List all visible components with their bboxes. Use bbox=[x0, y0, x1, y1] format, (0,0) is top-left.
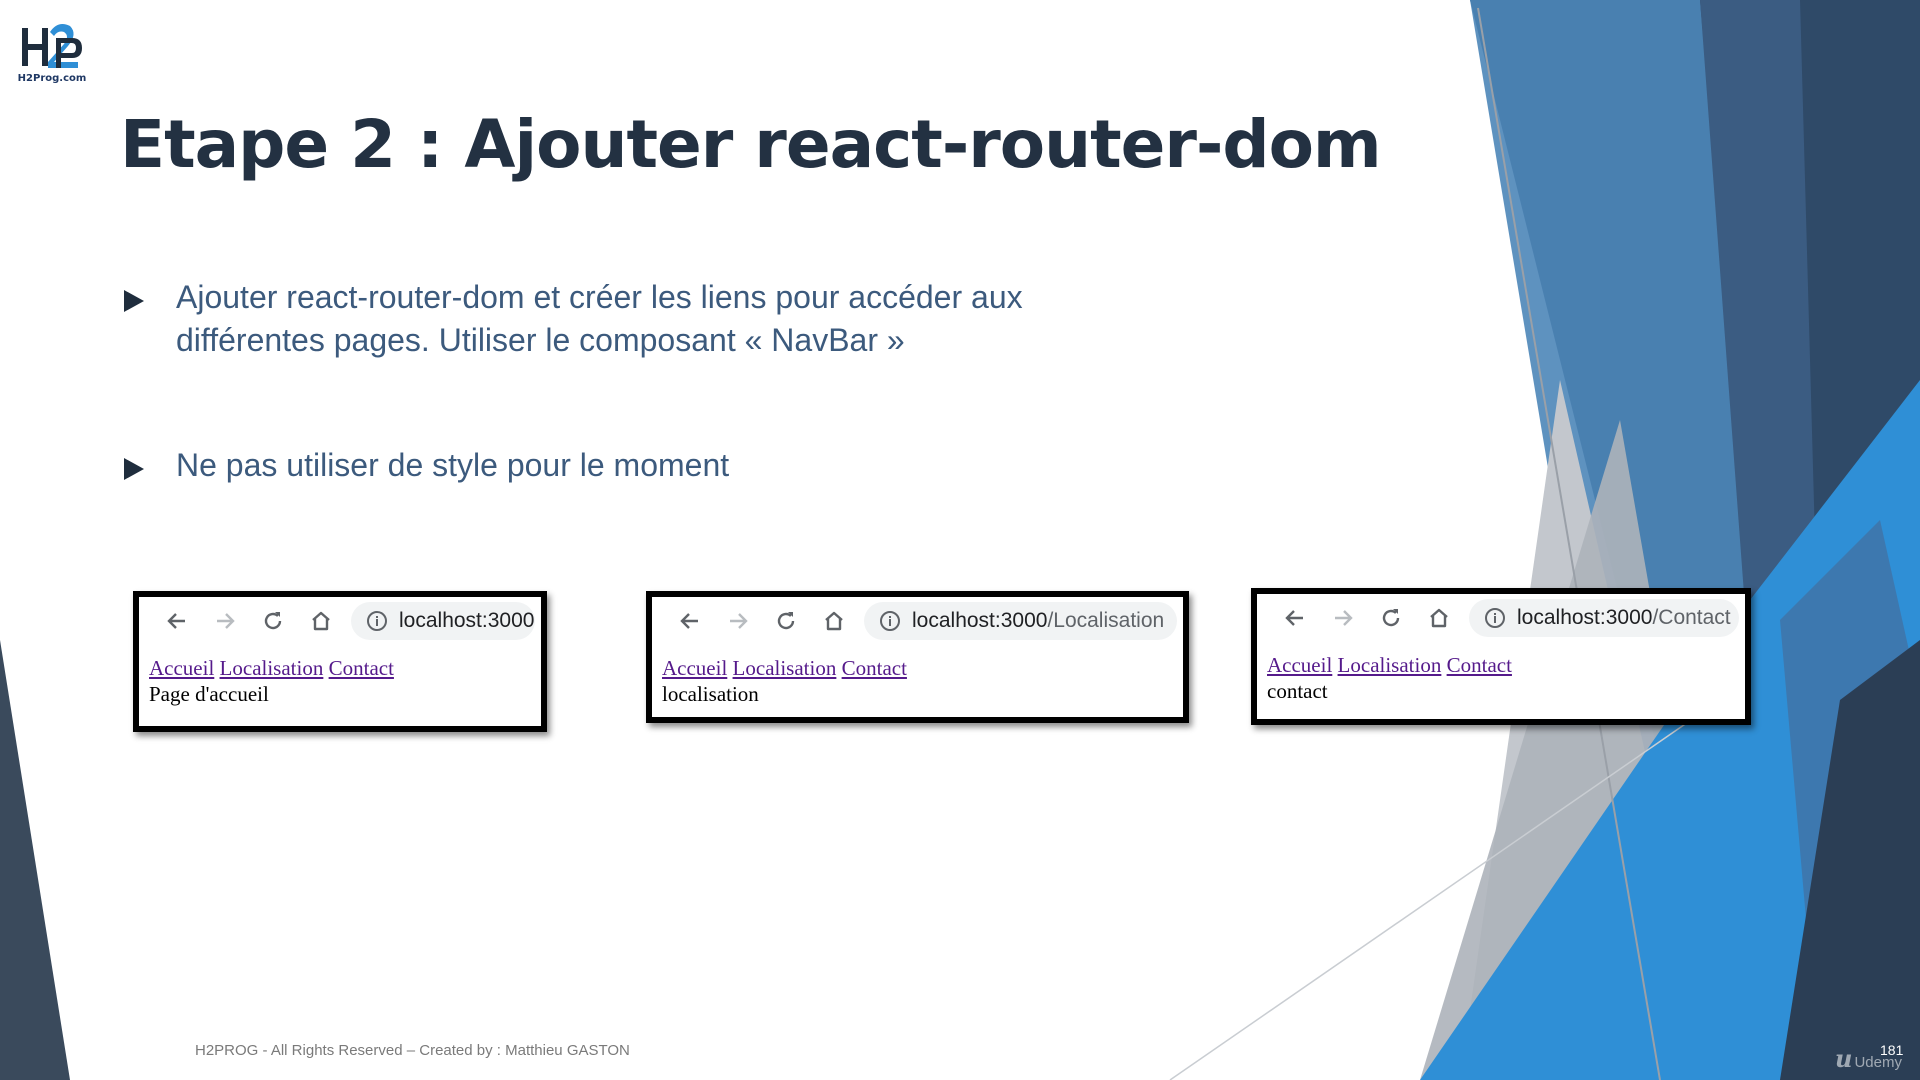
link-localisation[interactable]: Localisation bbox=[733, 656, 837, 680]
triangle-bullet-icon bbox=[124, 290, 144, 312]
link-contact[interactable]: Contact bbox=[329, 656, 394, 680]
reload-icon[interactable] bbox=[249, 603, 297, 639]
reload-icon[interactable] bbox=[1367, 600, 1415, 636]
browser-screenshot-localisation: localhost:3000/Localisation Accueil Loca… bbox=[646, 591, 1189, 723]
logo-caption: H2Prog.com bbox=[17, 73, 87, 84]
url-host: localhost:3000 bbox=[912, 609, 1048, 632]
url-text: localhost:3000 bbox=[399, 609, 534, 633]
reload-icon[interactable] bbox=[762, 603, 810, 639]
url-path: /Localisation bbox=[1047, 609, 1165, 632]
navbar-links: Accueil Localisation Contact bbox=[1267, 652, 1735, 678]
link-contact[interactable]: Contact bbox=[842, 656, 907, 680]
browser-toolbar: localhost:3000 bbox=[139, 597, 541, 645]
page-content: Accueil Localisation Contact localisatio… bbox=[652, 645, 1183, 707]
bullet-text-line: Ne pas utiliser de style pour le moment bbox=[176, 447, 730, 483]
slide-footer: H2PROG - All Rights Reserved – Created b… bbox=[195, 1042, 630, 1059]
page-content: Accueil Localisation Contact contact bbox=[1257, 642, 1745, 704]
url-text: localhost:3000/Contact bbox=[1517, 606, 1731, 630]
udemy-logo-icon: u bbox=[1835, 1044, 1853, 1073]
address-bar[interactable]: localhost:3000 bbox=[351, 602, 535, 640]
arrow-right-icon[interactable] bbox=[714, 603, 762, 639]
h2prog-logo-mark bbox=[22, 24, 82, 68]
url-text: localhost:3000/Localisation bbox=[912, 609, 1164, 633]
link-accueil[interactable]: Accueil bbox=[149, 656, 214, 680]
bullet-item: Ne pas utiliser de style pour le moment bbox=[120, 444, 1120, 487]
arrow-right-icon[interactable] bbox=[1319, 600, 1367, 636]
browser-toolbar: localhost:3000/Localisation bbox=[652, 597, 1183, 645]
bullet-text-line: Ajouter react-router-dom et créer les li… bbox=[176, 279, 1023, 315]
url-host: localhost:3000 bbox=[1517, 606, 1653, 629]
url-path: /Contact bbox=[1652, 606, 1731, 629]
page-text: localisation bbox=[662, 682, 759, 706]
browser-screenshot-contact: localhost:3000/Contact Accueil Localisat… bbox=[1251, 588, 1751, 725]
info-icon[interactable] bbox=[878, 609, 902, 633]
bullet-item: Ajouter react-router-dom et créer les li… bbox=[120, 276, 1120, 362]
arrow-left-icon[interactable] bbox=[666, 603, 714, 639]
home-icon[interactable] bbox=[297, 603, 345, 639]
url-host: localhost:3000 bbox=[399, 609, 535, 632]
page-text: contact bbox=[1267, 679, 1328, 703]
link-accueil[interactable]: Accueil bbox=[662, 656, 727, 680]
navbar-links: Accueil Localisation Contact bbox=[149, 655, 531, 681]
browser-toolbar: localhost:3000/Contact bbox=[1257, 594, 1745, 642]
slide-number: 181 bbox=[1880, 1042, 1904, 1058]
page-content: Accueil Localisation Contact Page d'accu… bbox=[139, 645, 541, 707]
info-icon[interactable] bbox=[365, 609, 389, 633]
home-icon[interactable] bbox=[1415, 600, 1463, 636]
address-bar[interactable]: localhost:3000/Contact bbox=[1469, 599, 1739, 637]
arrow-right-icon[interactable] bbox=[201, 603, 249, 639]
h2prog-logo: H2Prog.com bbox=[16, 16, 88, 88]
bullet-text-line: différentes pages. Utiliser le composant… bbox=[176, 322, 905, 358]
link-localisation[interactable]: Localisation bbox=[1338, 653, 1442, 677]
home-icon[interactable] bbox=[810, 603, 858, 639]
bullet-list: Ajouter react-router-dom et créer les li… bbox=[120, 276, 1120, 487]
navbar-links: Accueil Localisation Contact bbox=[662, 655, 1173, 681]
address-bar[interactable]: localhost:3000/Localisation bbox=[864, 602, 1177, 640]
link-localisation[interactable]: Localisation bbox=[220, 656, 324, 680]
arrow-left-icon[interactable] bbox=[153, 603, 201, 639]
triangle-bullet-icon bbox=[124, 458, 144, 480]
browser-screenshot-home: localhost:3000 Accueil Localisation Cont… bbox=[133, 591, 547, 732]
page-text: Page d'accueil bbox=[149, 682, 269, 706]
info-icon[interactable] bbox=[1483, 606, 1507, 630]
link-contact[interactable]: Contact bbox=[1447, 653, 1512, 677]
slide-title: Etape 2 : Ajouter react-router-dom bbox=[120, 106, 1382, 183]
link-accueil[interactable]: Accueil bbox=[1267, 653, 1332, 677]
arrow-left-icon[interactable] bbox=[1271, 600, 1319, 636]
